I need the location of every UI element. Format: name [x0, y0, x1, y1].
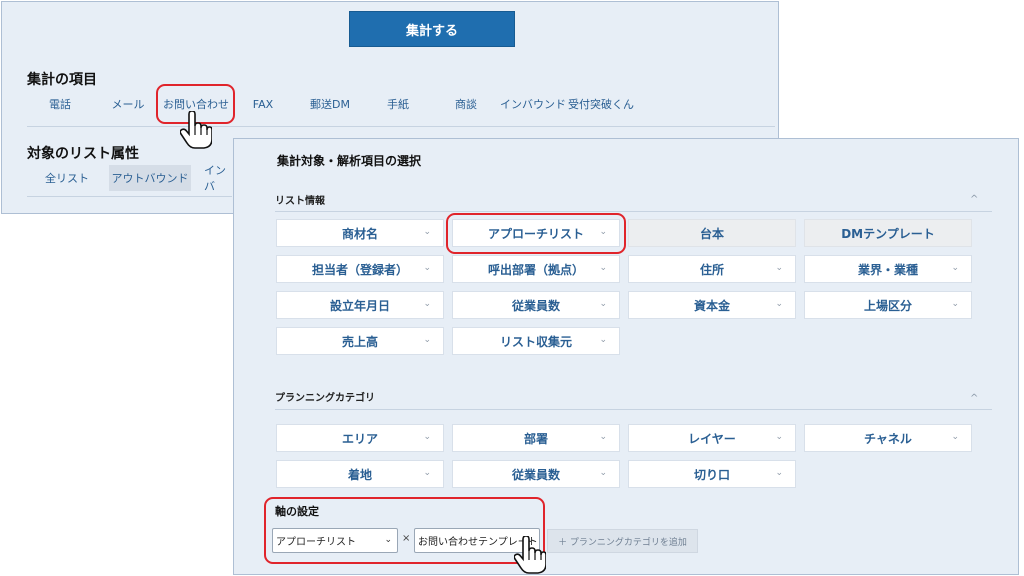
divider [275, 409, 992, 410]
chevron-down-icon: ⌄ [951, 263, 959, 273]
item-label: チャネル [864, 431, 912, 446]
collapse-planning-icon[interactable]: ^ [970, 393, 978, 404]
add-planning-category-button[interactable]: ＋ プランニングカテゴリを追加 [547, 529, 698, 553]
tab-phone[interactable]: 電話 [36, 91, 84, 117]
item-label: 切り口 [693, 467, 730, 482]
item-label: 従業員数 [511, 467, 560, 482]
hand-pointer-icon [514, 536, 546, 574]
item-label: 着地 [347, 467, 372, 482]
hand-pointer-icon [180, 111, 212, 149]
item-label: エリア [341, 431, 378, 446]
item-label: 呼出部署（拠点） [487, 262, 584, 277]
item-product-name[interactable]: 商材名 ⌄ [276, 219, 444, 247]
item-employee-count[interactable]: 従業員数 ⌄ [452, 291, 620, 319]
item-capital[interactable]: 資本金 ⌄ [628, 291, 796, 319]
axis-select-1[interactable]: アプローチリスト ⌄ [272, 528, 398, 553]
chevron-down-icon: ⌄ [423, 263, 431, 273]
divider [275, 211, 992, 212]
axis-settings-label: 軸の設定 [275, 505, 319, 518]
tab-letter[interactable]: 手紙 [380, 91, 416, 117]
chevron-down-icon: ⌄ [384, 535, 392, 545]
item-landing[interactable]: 着地 ⌄ [276, 460, 444, 488]
chevron-down-icon: ⌄ [423, 299, 431, 309]
item-label: リスト収集元 [499, 334, 572, 349]
chevron-down-icon: ⌄ [599, 432, 607, 442]
item-department[interactable]: 部署 ⌄ [452, 424, 620, 452]
item-label: 従業員数 [511, 298, 560, 313]
item-label: 商材名 [341, 226, 378, 241]
item-label: DMテンプレート [841, 226, 935, 241]
item-call-department[interactable]: 呼出部署（拠点） ⌄ [452, 255, 620, 283]
calculate-button[interactable]: 集計する [349, 11, 515, 47]
item-layer[interactable]: レイヤー ⌄ [628, 424, 796, 452]
chevron-down-icon: ⌄ [775, 263, 783, 273]
item-sales[interactable]: 売上高 ⌄ [276, 327, 444, 355]
item-angle[interactable]: 切り口 ⌄ [628, 460, 796, 488]
divider [27, 126, 775, 127]
tab-negotiation[interactable]: 商談 [448, 91, 484, 117]
tab-mail[interactable]: メール [103, 91, 153, 117]
chevron-down-icon: ⌄ [423, 335, 431, 345]
panel-title: 集計対象・解析項目の選択 [277, 154, 422, 168]
item-label: 設立年月日 [329, 298, 390, 313]
tab-fax[interactable]: FAX [244, 91, 282, 117]
chevron-down-icon: ⌄ [423, 227, 431, 237]
chevron-down-icon: ⌄ [951, 432, 959, 442]
chevron-down-icon: ⌄ [951, 299, 959, 309]
chevron-down-icon: ⌄ [599, 263, 607, 273]
tab-postal-dm[interactable]: 郵送DM [302, 91, 358, 117]
item-founded-date[interactable]: 設立年月日 ⌄ [276, 291, 444, 319]
item-script: 台本 [628, 219, 796, 247]
list-info-label: リスト情報 [275, 196, 325, 207]
item-channel[interactable]: チャネル ⌄ [804, 424, 972, 452]
divider [27, 196, 232, 197]
item-list-source[interactable]: リスト収集元 ⌄ [452, 327, 620, 355]
highlight-approach-list [446, 213, 626, 254]
item-area[interactable]: エリア ⌄ [276, 424, 444, 452]
chevron-down-icon: ⌄ [599, 468, 607, 478]
chevron-down-icon: ⌄ [599, 335, 607, 345]
item-listing-category[interactable]: 上場区分 ⌄ [804, 291, 972, 319]
item-label: 部署 [523, 431, 548, 446]
item-label: レイヤー [688, 431, 736, 446]
chevron-down-icon: ⌄ [423, 432, 431, 442]
planning-category-label: プランニングカテゴリ [275, 393, 375, 404]
collapse-list-info-icon[interactable]: ^ [970, 194, 978, 205]
chevron-down-icon: ⌄ [599, 299, 607, 309]
item-address[interactable]: 住所 ⌄ [628, 255, 796, 283]
chevron-down-icon: ⌄ [423, 468, 431, 478]
item-label: 担当者（登録者） [311, 262, 408, 277]
tab-inbound[interactable]: インバウンド [500, 91, 566, 117]
tab-outbound[interactable]: アウトバウンド [109, 165, 191, 191]
list-attribute-title: 対象のリスト属性 [27, 146, 139, 162]
item-person-in-charge[interactable]: 担当者（登録者） ⌄ [276, 255, 444, 283]
chevron-down-icon: ⌄ [775, 432, 783, 442]
item-label: 台本 [699, 226, 724, 241]
item-label: 住所 [699, 262, 724, 277]
tab-reception-breakthrough[interactable]: 受付突破くん [568, 91, 634, 117]
item-label: 売上高 [341, 334, 378, 349]
tab-all-lists[interactable]: 全リスト [36, 165, 98, 191]
aggregate-items-title: 集計の項目 [27, 72, 97, 88]
select-value: アプローチリスト [276, 537, 356, 548]
chevron-down-icon: ⌄ [775, 468, 783, 478]
item-employee-count-planning[interactable]: 従業員数 ⌄ [452, 460, 620, 488]
item-label: 業界・業種 [857, 262, 918, 277]
item-label: 上場区分 [863, 298, 912, 313]
item-industry[interactable]: 業界・業種 ⌄ [804, 255, 972, 283]
tab-inbound-truncated[interactable]: インバ [198, 165, 232, 191]
times-sign: × [402, 533, 411, 544]
item-dm-template: DMテンプレート [804, 219, 972, 247]
chevron-down-icon: ⌄ [775, 299, 783, 309]
item-label: 資本金 [693, 298, 730, 313]
